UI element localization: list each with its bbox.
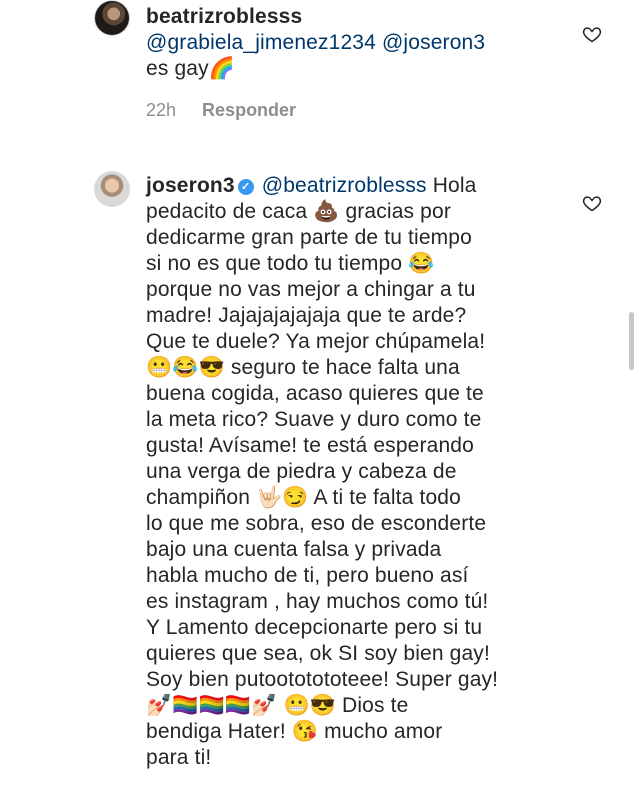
verified-badge-icon: ✓ <box>237 179 254 195</box>
comment-line: dedicarme gran parte de tu tiempo <box>146 226 472 249</box>
comment-body: beatrizroblesss @grabiela_jimenez1234 @j… <box>146 4 546 82</box>
comment-line: la meta rico? Suave y duro como te <box>146 408 482 431</box>
timestamp: 22h <box>146 100 177 120</box>
heart-outline-icon[interactable] <box>582 193 602 213</box>
comment-line: pedacito de caca 💩 gracias por <box>146 200 451 223</box>
avatar[interactable] <box>94 171 130 207</box>
comment-line: es instagram , hay muchos como tú! <box>146 590 489 613</box>
comment-line: gusta! Avísame! te está esperando <box>146 434 474 457</box>
comment-line: Hola <box>432 174 477 197</box>
avatar[interactable] <box>94 0 130 36</box>
comment-text: es gay <box>146 57 209 80</box>
comment-line: Y Lamento decepcionarte pero si tu <box>146 616 483 639</box>
comment-line: bendiga Hater! 😘 mucho amor <box>146 720 443 743</box>
comment-body: joseron3 ✓ @beatrizroblesss Hola pedacito… <box>146 173 546 771</box>
comment-line: bajo una cuenta falsa y privada <box>146 538 442 561</box>
comment-line: habla mucho de ti, pero bueno así <box>146 564 469 587</box>
reply-button[interactable]: Responder <box>202 100 296 120</box>
heart-outline-icon[interactable] <box>582 24 602 44</box>
comment-line: una verga de piedra y cabeza de <box>146 460 457 483</box>
comment-meta: 22h Responder <box>146 100 296 121</box>
comment-line: lo que me sobra, eso de esconderte <box>146 512 487 535</box>
comment-line: Soy bien putoototototeee! Super gay! <box>146 668 499 691</box>
comment-username[interactable]: joseron3 <box>146 174 235 197</box>
comment-line: madre! Jajajajajajaja que te arde? <box>146 304 467 327</box>
rainbow-emoji: 🌈 <box>208 57 236 80</box>
comment-username[interactable]: beatrizroblesss <box>146 5 302 28</box>
comment-line: si no es que todo tu tiempo 😂 <box>146 252 435 275</box>
comment-line: champiñon 🤟🏻😏 A ti te falta todo <box>146 486 461 509</box>
comment-line: 😬😂😎 seguro te hace falta una <box>146 356 460 379</box>
mention-link[interactable]: @beatrizroblesss <box>262 174 427 197</box>
comment-line: 💅🏻🏳️‍🌈🏳️‍🌈🏳️‍🌈💅🏻 😬😎 Dios te <box>146 694 409 717</box>
scrollbar[interactable] <box>629 312 634 370</box>
comment-line: quieres que sea, ok SI soy bien gay! <box>146 642 490 665</box>
comment-line: Que te duele? Ya mejor chúpamela! <box>146 330 486 353</box>
mention-link[interactable]: @grabiela_jimenez1234 <box>146 31 376 54</box>
comment-line: para ti! <box>146 746 212 769</box>
comment-line: porque no vas mejor a chingar a tu <box>146 278 476 301</box>
mention-link[interactable]: @joseron3 <box>382 31 485 54</box>
comment-line: buena cogida, acaso quieres que te <box>146 382 484 405</box>
